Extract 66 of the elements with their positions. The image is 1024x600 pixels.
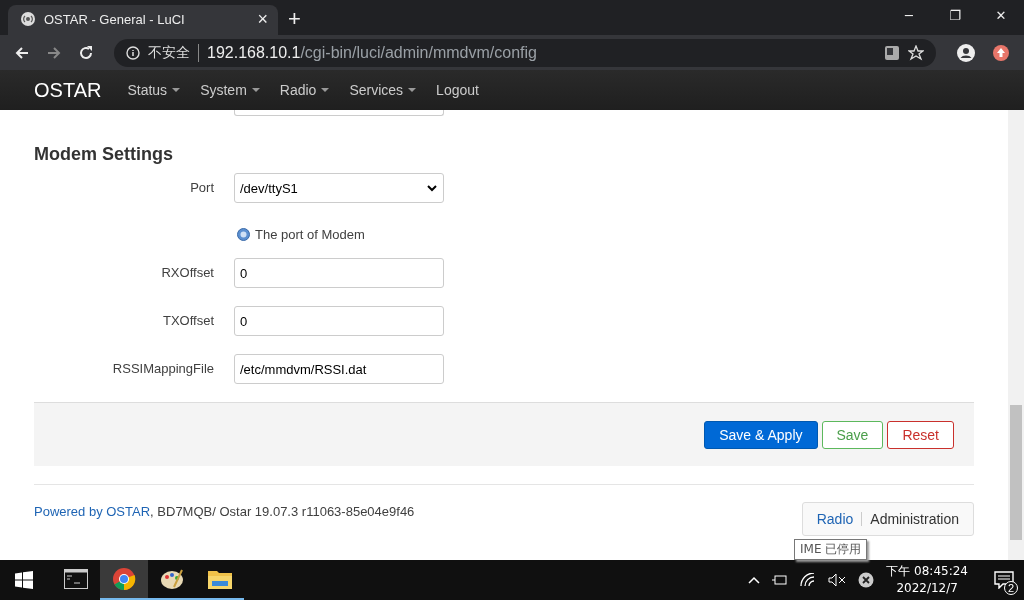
nav-menu-item[interactable]: Logout (436, 82, 479, 98)
window-control-button[interactable]: ❐ (932, 0, 978, 30)
notification-button[interactable]: 2 (984, 560, 1024, 600)
caret-icon (172, 88, 181, 92)
caret-icon (321, 88, 330, 92)
scrollbar-thumb[interactable] (1010, 405, 1022, 540)
nav-menu-item[interactable]: System (200, 82, 260, 98)
update-icon[interactable] (992, 43, 1010, 62)
forward-icon[interactable] (46, 44, 62, 61)
muted-speaker-icon[interactable] (828, 573, 847, 587)
footer-text: Powered by OSTAR, BD7MQB/ Ostar 19.07.3 r11063-85e04e9f46 (34, 504, 415, 519)
help-icon (237, 228, 250, 241)
tooltip: IME 已停用 (794, 539, 868, 560)
notification-count: 2 (1003, 581, 1018, 595)
chevron-up-icon[interactable] (748, 576, 761, 584)
nav-menu-item[interactable]: Services (349, 82, 417, 98)
input-field[interactable] (234, 110, 444, 116)
tab-title: OSTAR - General - LuCI (44, 11, 186, 27)
translate-icon[interactable] (884, 44, 900, 61)
window-control-button[interactable]: ─ (886, 0, 932, 30)
terminal-icon (64, 569, 88, 589)
action-button[interactable]: Save & Apply (704, 420, 818, 449)
info-icon (126, 45, 140, 60)
security-label: 不安全 (148, 43, 199, 62)
folder-icon (208, 569, 232, 589)
wifi-icon[interactable] (800, 573, 817, 587)
new-tab-button[interactable]: + (288, 6, 301, 32)
radio-waves-icon (20, 11, 36, 27)
account-icon[interactable] (956, 42, 976, 63)
url-text: 192.168.10.1/cgi-bin/luci/admin/mmdvm/config (207, 43, 537, 62)
taskbar-app[interactable] (100, 560, 148, 600)
close-circle-icon[interactable] (858, 572, 875, 588)
action-button[interactable]: Reset (887, 420, 954, 449)
browser-tab[interactable]: OSTAR - General - LuCI × (8, 5, 278, 35)
input-field[interactable]: /etc/mmdvm/RSSI.dat (234, 354, 444, 384)
input-field[interactable]: 0 (234, 306, 444, 336)
address-field[interactable]: 不安全 192.168.10.1/cgi-bin/luci/admin/mmdvm/config (114, 38, 936, 67)
help-text: The port of Modem (255, 227, 365, 242)
chrome-icon (112, 567, 136, 591)
field-label: TXOffset (161, 312, 215, 330)
reload-icon[interactable] (78, 44, 94, 61)
chevron-icon (427, 184, 437, 192)
windows-logo-icon[interactable] (15, 571, 33, 589)
star-icon[interactable] (908, 44, 924, 61)
back-icon[interactable] (14, 44, 30, 61)
close-tab-button[interactable]: × (257, 8, 268, 30)
clock-time: 下午 08:45:24 (886, 563, 968, 580)
field-label: RXOffset (160, 264, 215, 282)
field-label: Port (189, 179, 215, 197)
mode-link[interactable]: Administration (870, 511, 959, 527)
palette-icon (160, 567, 184, 591)
scrollbar[interactable] (1008, 110, 1024, 560)
mode-link[interactable]: Radio (816, 511, 854, 527)
taskbar-clock[interactable]: 下午 08:45:24 2022/12/7 (886, 563, 968, 597)
nav-menu-item[interactable]: Radio (279, 82, 330, 98)
window-control-button[interactable]: ✕ (978, 0, 1024, 30)
section-title: Modem Settings (34, 144, 174, 165)
brand-logo[interactable]: OSTAR (34, 78, 102, 102)
field-label: RSSIMappingFile (111, 360, 215, 378)
caret-icon (408, 88, 417, 92)
input-field[interactable]: 0 (234, 258, 444, 288)
power-plug-icon[interactable] (772, 574, 789, 586)
port-select[interactable]: /dev/ttyS1 (234, 173, 444, 203)
nav-menu-item[interactable]: Status (127, 82, 181, 98)
caret-icon (251, 88, 260, 92)
clock-date: 2022/12/7 (896, 580, 958, 597)
